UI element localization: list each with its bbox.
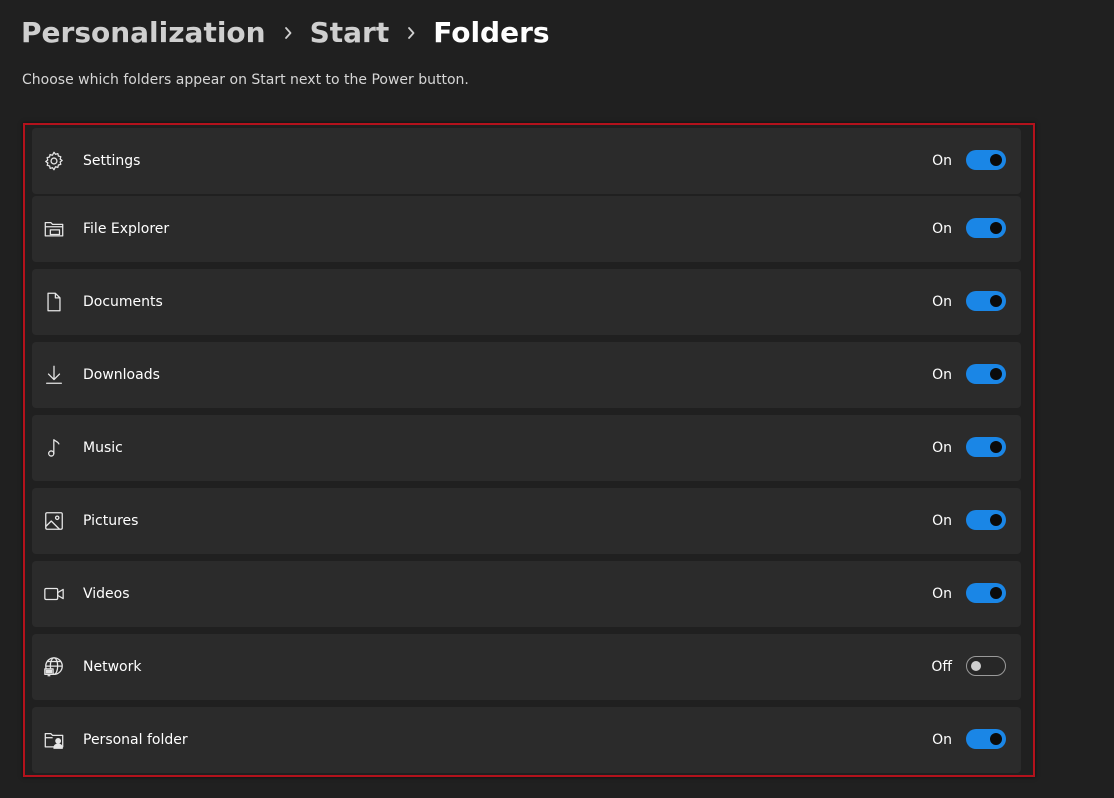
music-note-icon — [42, 436, 66, 460]
toggle-knob — [990, 368, 1002, 380]
videos-toggle[interactable] — [966, 583, 1006, 603]
gear-icon — [42, 149, 66, 173]
toggle-knob — [971, 661, 981, 671]
page-description: Choose which folders appear on Start nex… — [22, 72, 469, 88]
folder-row-personal-folder: Personal folder On — [32, 707, 1021, 773]
folder-label: Network — [83, 659, 142, 675]
folder-label: Videos — [83, 586, 130, 602]
folder-row-settings: Settings On — [32, 128, 1021, 194]
folder-row-music: Music On — [32, 415, 1021, 481]
breadcrumb-start[interactable]: Start — [310, 12, 390, 54]
video-camera-icon — [42, 582, 66, 606]
folder-label: Pictures — [83, 513, 139, 529]
toggle-knob — [990, 441, 1002, 453]
folder-label: Settings — [83, 153, 141, 169]
folder-label: File Explorer — [83, 221, 170, 237]
pictures-toggle[interactable] — [966, 510, 1006, 530]
network-toggle[interactable] — [966, 656, 1006, 676]
settings-toggle[interactable] — [966, 150, 1006, 170]
document-icon — [42, 290, 66, 314]
personal-folder-toggle[interactable] — [966, 729, 1006, 749]
folder-label: Music — [83, 440, 123, 456]
documents-toggle[interactable] — [966, 291, 1006, 311]
folder-row-pictures: Pictures On — [32, 488, 1021, 554]
downloads-toggle[interactable] — [966, 364, 1006, 384]
toggle-state-text: On — [932, 586, 952, 602]
toggle-state-text: On — [932, 513, 952, 529]
toggle-state-text: On — [932, 732, 952, 748]
breadcrumb-folders: Folders — [433, 16, 550, 49]
toggle-knob — [990, 222, 1002, 234]
folder-label: Personal folder — [83, 732, 188, 748]
toggle-knob — [990, 514, 1002, 526]
folder-row-downloads: Downloads On — [32, 342, 1021, 408]
network-globe-icon — [42, 655, 66, 679]
folder-row-network: Network Off — [32, 634, 1021, 700]
breadcrumb: Personalization Start Folders — [21, 12, 550, 54]
download-icon — [42, 363, 66, 387]
folder-row-file-explorer: File Explorer On — [32, 196, 1021, 262]
toggle-knob — [990, 733, 1002, 745]
toggle-knob — [990, 154, 1002, 166]
toggle-knob — [990, 587, 1002, 599]
folder-label: Downloads — [83, 367, 160, 383]
personal-folder-icon — [42, 728, 66, 752]
toggle-state-text: On — [932, 440, 952, 456]
settings-page: Personalization Start Folders Choose whi… — [0, 0, 1114, 798]
toggle-state-text: On — [932, 294, 952, 310]
toggle-knob — [990, 295, 1002, 307]
chevron-right-icon — [389, 12, 433, 54]
toggle-state-text: Off — [931, 659, 952, 675]
folder-label: Documents — [83, 294, 163, 310]
picture-icon — [42, 509, 66, 533]
breadcrumb-personalization[interactable]: Personalization — [21, 12, 266, 54]
file-explorer-icon — [42, 217, 66, 241]
folders-list: Settings On File Explorer On Documents O… — [23, 123, 1035, 777]
folder-row-videos: Videos On — [32, 561, 1021, 627]
toggle-state-text: On — [932, 221, 952, 237]
toggle-state-text: On — [932, 153, 952, 169]
file-explorer-toggle[interactable] — [966, 218, 1006, 238]
music-toggle[interactable] — [966, 437, 1006, 457]
folder-row-documents: Documents On — [32, 269, 1021, 335]
chevron-right-icon — [266, 12, 310, 54]
toggle-state-text: On — [932, 367, 952, 383]
